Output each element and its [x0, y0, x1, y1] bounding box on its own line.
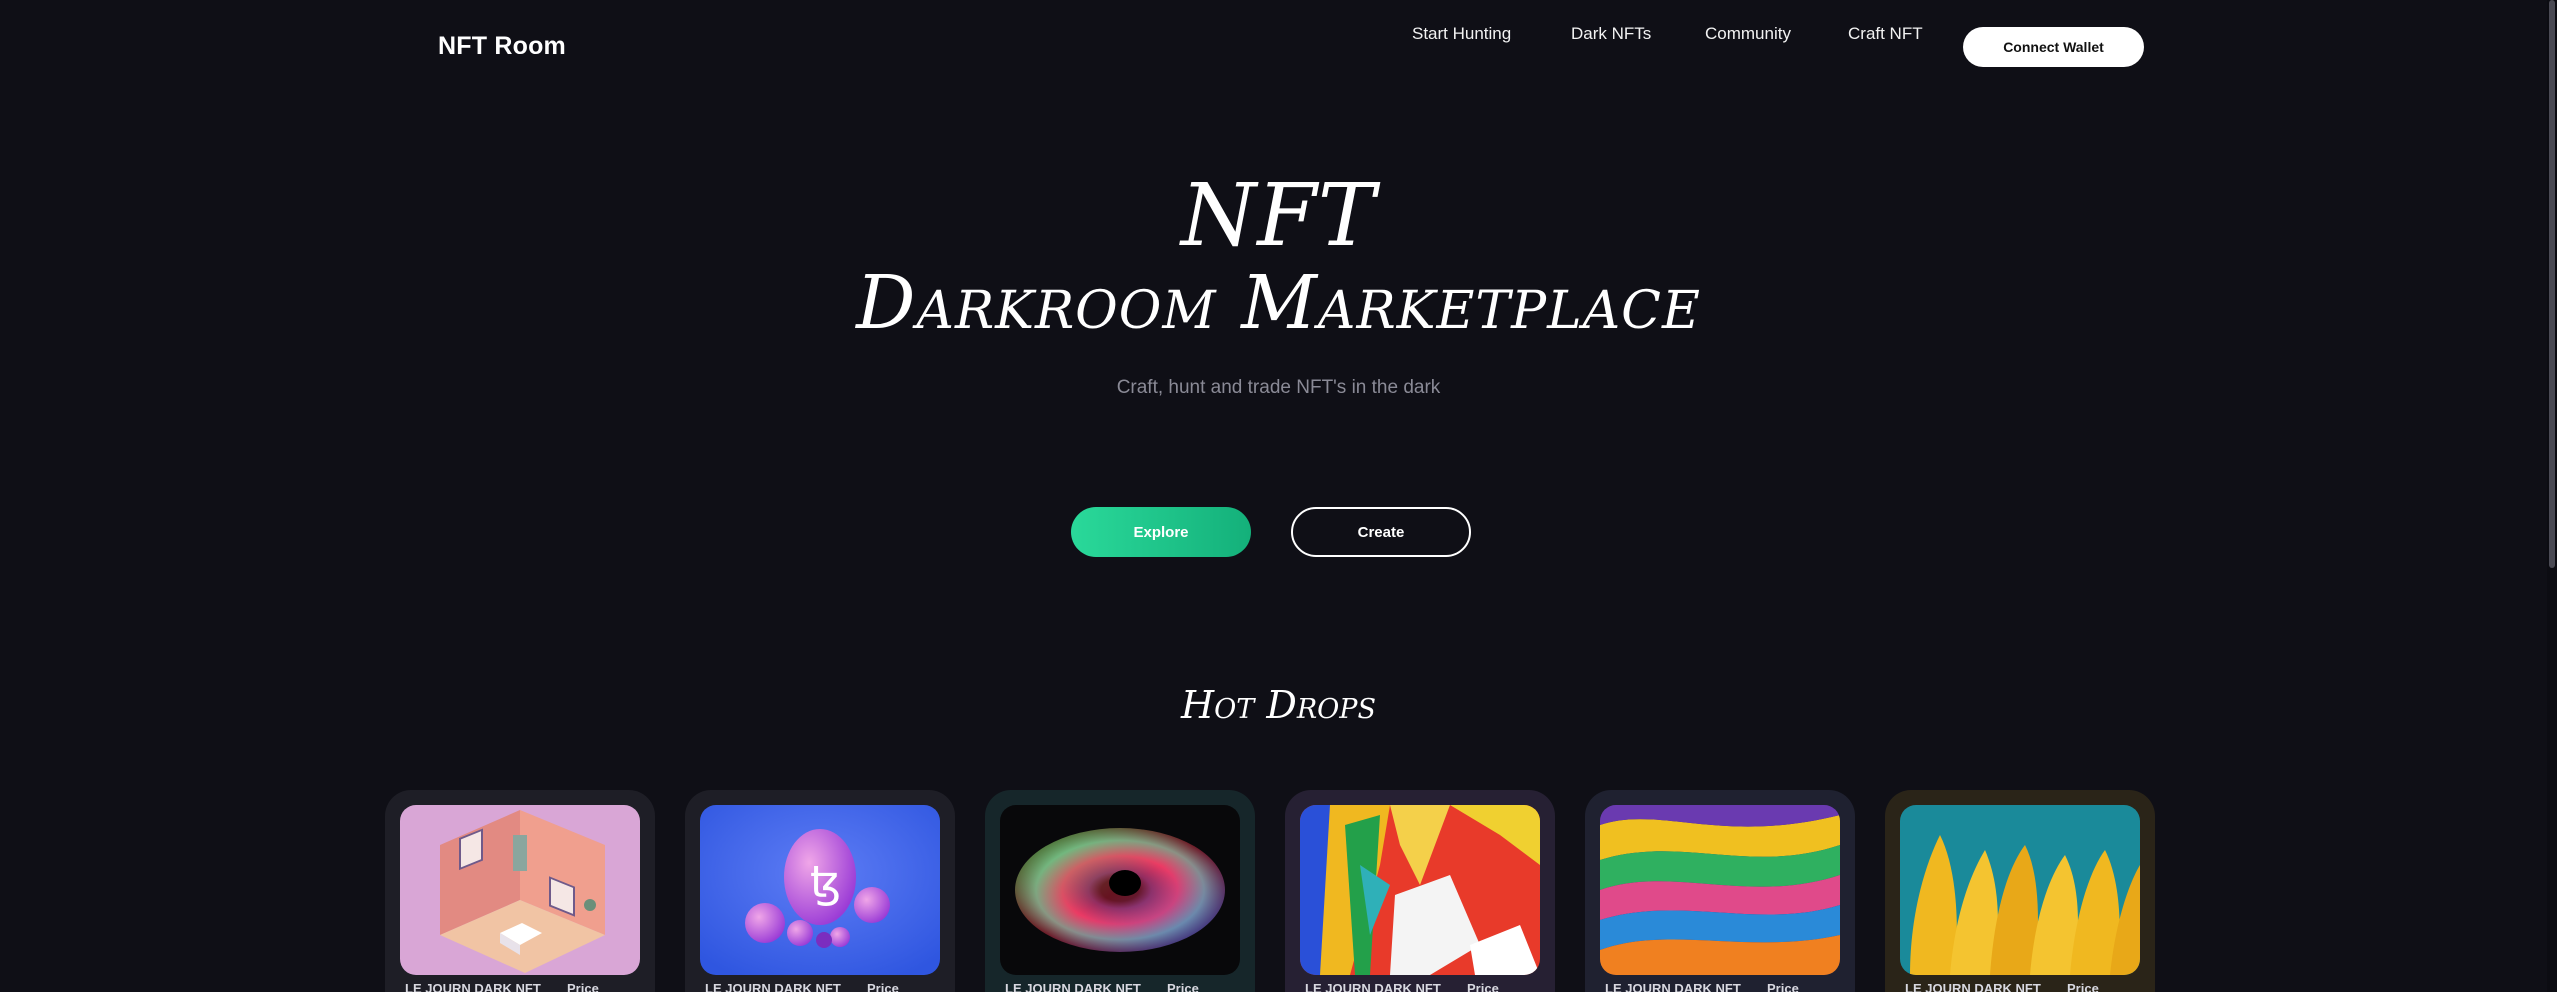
nft-card-image: [400, 805, 640, 975]
nft-card[interactable]: LE JOURN DARK NFT Price: [1885, 790, 2155, 992]
hero-title-line1: NFT: [1180, 166, 1377, 266]
nft-card-image: [1900, 805, 2140, 975]
svg-text:ꜩ: ꜩ: [810, 857, 841, 908]
hero-title-line2: Darkroom Marketplace: [856, 260, 1701, 346]
page-scrollbar[interactable]: [2547, 0, 2557, 992]
nav-link-start-hunting[interactable]: Start Hunting: [1412, 24, 1511, 44]
nft-card-name: LE JOURN DARK NFT: [1005, 981, 1141, 992]
connect-wallet-button[interactable]: Connect Wallet: [1963, 27, 2144, 67]
nft-card-image: [1600, 805, 1840, 975]
nav-link-craft-nft[interactable]: Craft NFT: [1848, 24, 1923, 44]
nft-card-price-label: Price: [867, 981, 899, 992]
nft-card-name: LE JOURN DARK NFT: [1905, 981, 2041, 992]
nft-card[interactable]: ꜩ LE JOURN DARK NFT Price: [685, 790, 955, 992]
nft-card-name: LE JOURN DARK NFT: [705, 981, 841, 992]
nft-card-price-label: Price: [2067, 981, 2099, 992]
hot-drops-title: Hot Drops: [1181, 683, 1376, 727]
nft-card-price-label: Price: [1467, 981, 1499, 992]
nft-card-name: LE JOURN DARK NFT: [1305, 981, 1441, 992]
nft-card[interactable]: LE JOURN DARK NFT Price: [1285, 790, 1555, 992]
nft-card-image: [1000, 805, 1240, 975]
hero-subtitle: Craft, hunt and trade NFT's in the dark: [1116, 377, 1441, 398]
nft-card-name: LE JOURN DARK NFT: [405, 981, 541, 992]
create-button[interactable]: Create: [1291, 507, 1471, 557]
nft-card-price-label: Price: [1167, 981, 1199, 992]
scrollbar-thumb[interactable]: [2549, 0, 2555, 568]
nft-card[interactable]: LE JOURN DARK NFT Price: [1585, 790, 1855, 992]
page: NFT Room Start Hunting Dark NFTs Communi…: [0, 0, 2557, 992]
explore-button[interactable]: Explore: [1071, 507, 1251, 557]
nft-card[interactable]: LE JOURN DARK NFT Price: [985, 790, 1255, 992]
nav-link-community[interactable]: Community: [1705, 24, 1791, 44]
nav-link-dark-nfts[interactable]: Dark NFTs: [1571, 24, 1651, 44]
nft-card-price-label: Price: [1767, 981, 1799, 992]
nft-card-image: ꜩ: [700, 805, 940, 975]
nft-card-image: [1300, 805, 1540, 975]
nft-card[interactable]: LE JOURN DARK NFT Price: [385, 790, 655, 992]
site-logo[interactable]: NFT Room: [438, 32, 566, 61]
nft-card-name: LE JOURN DARK NFT: [1605, 981, 1741, 992]
nft-card-price-label: Price: [567, 981, 599, 992]
